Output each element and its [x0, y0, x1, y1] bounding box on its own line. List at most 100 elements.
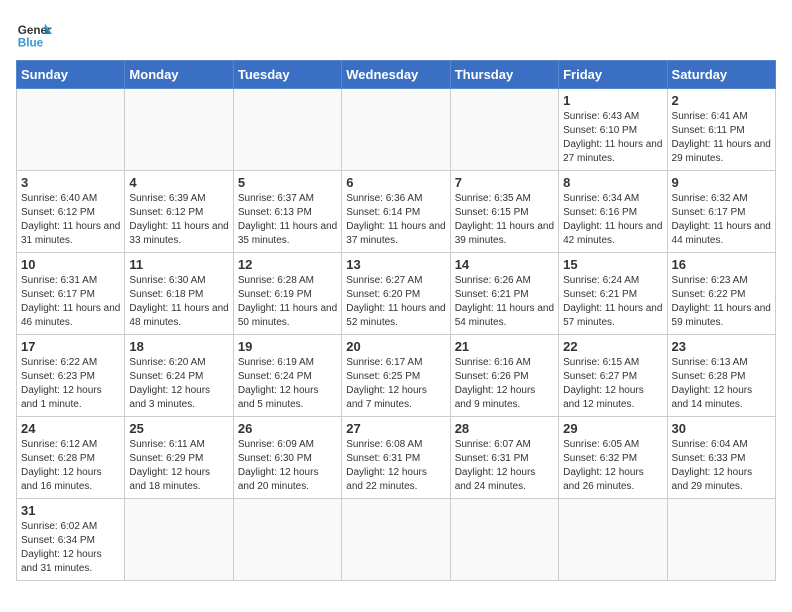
weekday-header-friday: Friday — [559, 61, 667, 89]
day-cell: 18 Sunrise: 6:20 AM Sunset: 6:24 PM Dayli… — [125, 335, 233, 417]
day-cell — [125, 499, 233, 581]
day-info: Sunrise: 6:31 AM Sunset: 6:17 PM Dayligh… — [21, 274, 120, 330]
day-number: 27 — [346, 421, 445, 436]
day-cell: 29 Sunrise: 6:05 AM Sunset: 6:32 PM Dayli… — [559, 417, 667, 499]
day-number: 5 — [238, 175, 337, 190]
day-number: 16 — [672, 257, 771, 272]
day-cell — [450, 89, 558, 171]
day-number: 15 — [563, 257, 662, 272]
logo-icon: General Blue — [16, 16, 52, 52]
day-info: Sunrise: 6:24 AM Sunset: 6:21 PM Dayligh… — [563, 274, 662, 330]
day-info: Sunrise: 6:37 AM Sunset: 6:13 PM Dayligh… — [238, 192, 337, 248]
day-number: 22 — [563, 339, 662, 354]
day-number: 2 — [672, 93, 771, 108]
weekday-header-row: SundayMondayTuesdayWednesdayThursdayFrid… — [17, 61, 776, 89]
day-number: 18 — [129, 339, 228, 354]
calendar-table: SundayMondayTuesdayWednesdayThursdayFrid… — [16, 60, 776, 581]
day-info: Sunrise: 6:20 AM Sunset: 6:24 PM Dayligh… — [129, 356, 228, 412]
day-cell: 15 Sunrise: 6:24 AM Sunset: 6:21 PM Dayli… — [559, 253, 667, 335]
day-number: 24 — [21, 421, 120, 436]
day-cell — [559, 499, 667, 581]
day-number: 23 — [672, 339, 771, 354]
day-info: Sunrise: 6:41 AM Sunset: 6:11 PM Dayligh… — [672, 110, 771, 166]
day-info: Sunrise: 6:36 AM Sunset: 6:14 PM Dayligh… — [346, 192, 445, 248]
day-cell — [450, 499, 558, 581]
day-cell — [667, 499, 775, 581]
day-number: 1 — [563, 93, 662, 108]
day-number: 29 — [563, 421, 662, 436]
week-row-0: 1 Sunrise: 6:43 AM Sunset: 6:10 PM Daylig… — [17, 89, 776, 171]
day-cell: 1 Sunrise: 6:43 AM Sunset: 6:10 PM Daylig… — [559, 89, 667, 171]
day-number: 7 — [455, 175, 554, 190]
day-info: Sunrise: 6:43 AM Sunset: 6:10 PM Dayligh… — [563, 110, 662, 166]
day-info: Sunrise: 6:40 AM Sunset: 6:12 PM Dayligh… — [21, 192, 120, 248]
day-cell: 14Sunrise: 6:26 AM Sunset: 6:21 PM Dayli… — [450, 253, 558, 335]
day-cell: 13Sunrise: 6:27 AM Sunset: 6:20 PM Dayli… — [342, 253, 450, 335]
day-cell — [17, 89, 125, 171]
day-number: 30 — [672, 421, 771, 436]
week-row-1: 3 Sunrise: 6:40 AM Sunset: 6:12 PM Daylig… — [17, 171, 776, 253]
weekday-header-sunday: Sunday — [17, 61, 125, 89]
day-info: Sunrise: 6:05 AM Sunset: 6:32 PM Dayligh… — [563, 438, 662, 494]
day-number: 12 — [238, 257, 337, 272]
day-cell: 12 Sunrise: 6:28 AM Sunset: 6:19 PM Dayli… — [233, 253, 341, 335]
day-number: 31 — [21, 503, 120, 518]
day-cell — [233, 499, 341, 581]
day-cell — [233, 89, 341, 171]
day-cell: 25 Sunrise: 6:11 AM Sunset: 6:29 PM Dayli… — [125, 417, 233, 499]
day-cell: 3 Sunrise: 6:40 AM Sunset: 6:12 PM Daylig… — [17, 171, 125, 253]
day-info: Sunrise: 6:09 AM Sunset: 6:30 PM Dayligh… — [238, 438, 337, 494]
day-number: 17 — [21, 339, 120, 354]
day-cell: 31 Sunrise: 6:02 AM Sunset: 6:34 PM Dayli… — [17, 499, 125, 581]
day-info: Sunrise: 6:23 AM Sunset: 6:22 PM Dayligh… — [672, 274, 771, 330]
day-cell — [342, 499, 450, 581]
week-row-4: 24Sunrise: 6:12 AM Sunset: 6:28 PM Dayli… — [17, 417, 776, 499]
day-number: 19 — [238, 339, 337, 354]
day-cell: 5 Sunrise: 6:37 AM Sunset: 6:13 PM Daylig… — [233, 171, 341, 253]
day-cell: 21 Sunrise: 6:16 AM Sunset: 6:26 PM Dayli… — [450, 335, 558, 417]
day-cell — [342, 89, 450, 171]
weekday-header-tuesday: Tuesday — [233, 61, 341, 89]
day-cell: 6 Sunrise: 6:36 AM Sunset: 6:14 PM Daylig… — [342, 171, 450, 253]
weekday-header-thursday: Thursday — [450, 61, 558, 89]
week-row-3: 17 Sunrise: 6:22 AM Sunset: 6:23 PM Dayli… — [17, 335, 776, 417]
day-number: 21 — [455, 339, 554, 354]
day-number: 26 — [238, 421, 337, 436]
day-number: 10 — [21, 257, 120, 272]
header: General Blue — [16, 16, 776, 52]
day-info: Sunrise: 6:26 AM Sunset: 6:21 PM Dayligh… — [455, 274, 554, 330]
day-cell: 27Sunrise: 6:08 AM Sunset: 6:31 PM Dayli… — [342, 417, 450, 499]
day-number: 28 — [455, 421, 554, 436]
day-info: Sunrise: 6:04 AM Sunset: 6:33 PM Dayligh… — [672, 438, 771, 494]
day-number: 25 — [129, 421, 228, 436]
day-info: Sunrise: 6:22 AM Sunset: 6:23 PM Dayligh… — [21, 356, 120, 412]
day-info: Sunrise: 6:34 AM Sunset: 6:16 PM Dayligh… — [563, 192, 662, 248]
day-number: 9 — [672, 175, 771, 190]
day-cell: 4Sunrise: 6:39 AM Sunset: 6:12 PM Daylig… — [125, 171, 233, 253]
day-info: Sunrise: 6:35 AM Sunset: 6:15 PM Dayligh… — [455, 192, 554, 248]
day-number: 11 — [129, 257, 228, 272]
day-number: 6 — [346, 175, 445, 190]
day-info: Sunrise: 6:28 AM Sunset: 6:19 PM Dayligh… — [238, 274, 337, 330]
day-info: Sunrise: 6:11 AM Sunset: 6:29 PM Dayligh… — [129, 438, 228, 494]
day-cell: 9 Sunrise: 6:32 AM Sunset: 6:17 PM Daylig… — [667, 171, 775, 253]
day-cell: 10 Sunrise: 6:31 AM Sunset: 6:17 PM Dayli… — [17, 253, 125, 335]
day-cell: 28 Sunrise: 6:07 AM Sunset: 6:31 PM Dayli… — [450, 417, 558, 499]
day-cell — [125, 89, 233, 171]
day-number: 3 — [21, 175, 120, 190]
day-info: Sunrise: 6:13 AM Sunset: 6:28 PM Dayligh… — [672, 356, 771, 412]
day-number: 8 — [563, 175, 662, 190]
day-info: Sunrise: 6:39 AM Sunset: 6:12 PM Dayligh… — [129, 192, 228, 248]
day-info: Sunrise: 6:02 AM Sunset: 6:34 PM Dayligh… — [21, 520, 120, 576]
day-cell: 2 Sunrise: 6:41 AM Sunset: 6:11 PM Daylig… — [667, 89, 775, 171]
day-info: Sunrise: 6:32 AM Sunset: 6:17 PM Dayligh… — [672, 192, 771, 248]
week-row-5: 31 Sunrise: 6:02 AM Sunset: 6:34 PM Dayli… — [17, 499, 776, 581]
day-info: Sunrise: 6:16 AM Sunset: 6:26 PM Dayligh… — [455, 356, 554, 412]
day-info: Sunrise: 6:15 AM Sunset: 6:27 PM Dayligh… — [563, 356, 662, 412]
day-cell: 30 Sunrise: 6:04 AM Sunset: 6:33 PM Dayli… — [667, 417, 775, 499]
day-cell: 19Sunrise: 6:19 AM Sunset: 6:24 PM Dayli… — [233, 335, 341, 417]
weekday-header-saturday: Saturday — [667, 61, 775, 89]
day-cell: 24Sunrise: 6:12 AM Sunset: 6:28 PM Dayli… — [17, 417, 125, 499]
day-cell: 16 Sunrise: 6:23 AM Sunset: 6:22 PM Dayli… — [667, 253, 775, 335]
day-info: Sunrise: 6:07 AM Sunset: 6:31 PM Dayligh… — [455, 438, 554, 494]
